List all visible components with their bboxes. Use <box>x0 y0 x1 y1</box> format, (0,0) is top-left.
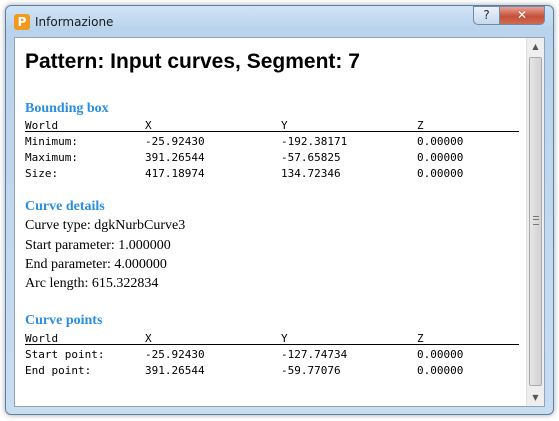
y-value: 134.72346 <box>281 167 341 180</box>
table-row: Size: 417.18974 134.72346 0.00000 <box>25 167 519 180</box>
x-value: 391.26544 <box>145 151 205 164</box>
app-logo-icon: P <box>14 14 30 30</box>
x-value: 391.26544 <box>145 364 205 377</box>
row-label: Start point: <box>25 348 105 361</box>
help-button[interactable]: ? <box>473 6 500 25</box>
start-parameter-text: Start parameter: 1.000000 <box>25 238 171 253</box>
y-value: -57.65825 <box>281 151 341 164</box>
column-header-world: World <box>25 119 59 132</box>
row-label: End point: <box>25 364 92 377</box>
curve-details-heading: Curve details <box>25 199 105 214</box>
grip-icon <box>533 216 539 225</box>
z-value: 0.00000 <box>417 348 464 361</box>
table-row: Start point: -25.92430 -127.74734 0.0000… <box>25 348 519 361</box>
curve-type-text: Curve type: dgkNurbCurve3 <box>25 218 186 233</box>
page-title: Pattern: Input curves, Segment: 7 <box>25 50 360 73</box>
column-header-world: World <box>25 332 59 345</box>
arc-length-text: Arc length: 615.322834 <box>25 276 159 291</box>
table-header-row: World X Y Z <box>25 332 519 345</box>
vertical-scrollbar[interactable]: ▲ ▼ <box>526 38 544 406</box>
column-header-x: X <box>145 119 152 132</box>
bounding-box-heading: Bounding box <box>25 101 109 116</box>
scroll-down-arrow-icon[interactable]: ▼ <box>527 389 544 406</box>
column-header-z: Z <box>417 332 424 345</box>
row-label: Minimum: <box>25 135 78 148</box>
row-label: Maximum: <box>25 151 78 164</box>
table-row: End point: 391.26544 -59.77076 0.00000 <box>25 364 519 377</box>
table-row: Minimum: -25.92430 -192.38171 0.00000 <box>25 135 519 148</box>
info-content-area: Pattern: Input curves, Segment: 7 Boundi… <box>14 37 545 407</box>
end-parameter-text: End parameter: 4.000000 <box>25 257 167 272</box>
table-row: Maximum: 391.26544 -57.65825 0.00000 <box>25 151 519 164</box>
table-header-row: World X Y Z <box>25 119 519 132</box>
bounding-box-table: World X Y Z Minimum: -25.92430 -192.3817… <box>25 119 519 180</box>
column-header-x: X <box>145 332 152 345</box>
curve-points-table: World X Y Z Start point: -25.92430 -127.… <box>25 332 519 377</box>
info-document: Pattern: Input curves, Segment: 7 Boundi… <box>15 38 525 406</box>
close-button[interactable]: ✕ <box>499 6 545 25</box>
scroll-up-arrow-icon[interactable]: ▲ <box>527 38 544 55</box>
row-label: Size: <box>25 167 59 180</box>
y-value: -127.74734 <box>281 348 348 361</box>
info-dialog-window: P Informazione ? ✕ Pattern: Input curves… <box>5 5 554 415</box>
title-bar[interactable]: P Informazione ? ✕ <box>6 6 553 38</box>
scrollbar-thumb[interactable] <box>529 57 542 386</box>
column-header-y: Y <box>281 119 288 132</box>
x-value: -25.92430 <box>145 348 205 361</box>
x-value: 417.18974 <box>145 167 205 180</box>
column-header-z: Z <box>417 119 424 132</box>
y-value: -59.77076 <box>281 364 341 377</box>
x-value: -25.92430 <box>145 135 205 148</box>
column-header-y: Y <box>281 332 288 345</box>
z-value: 0.00000 <box>417 364 464 377</box>
z-value: 0.00000 <box>417 135 464 148</box>
curve-points-heading: Curve points <box>25 313 103 328</box>
z-value: 0.00000 <box>417 151 464 164</box>
z-value: 0.00000 <box>417 167 464 180</box>
window-title: Informazione <box>35 15 114 29</box>
y-value: -192.38171 <box>281 135 348 148</box>
